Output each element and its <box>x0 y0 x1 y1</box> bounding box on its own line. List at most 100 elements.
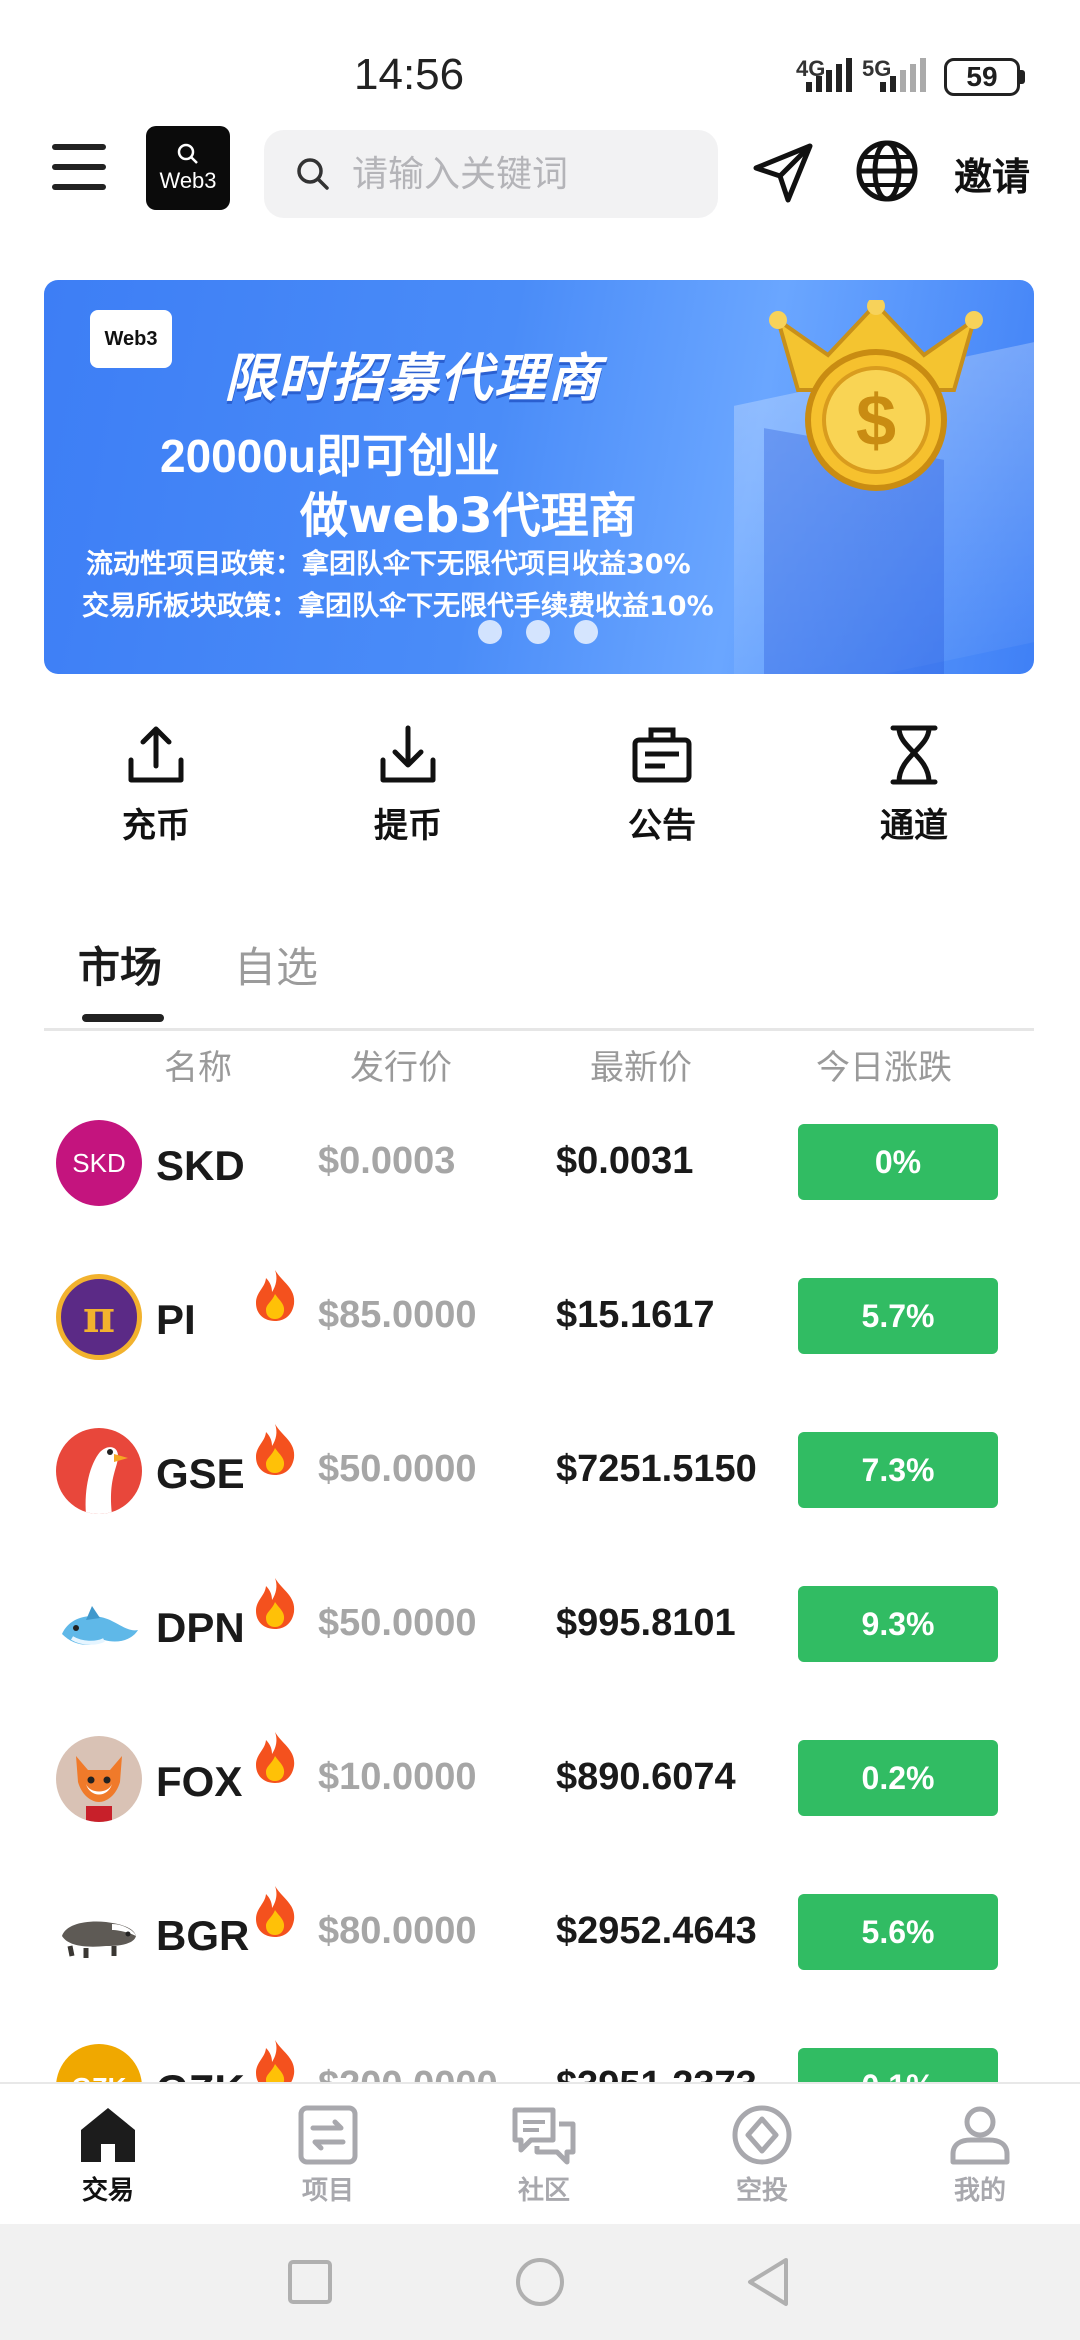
upload-icon <box>128 726 184 783</box>
table-row[interactable]: FOX $10.0000 $890.6074 0.2% <box>0 1700 1080 1854</box>
change-badge: 5.6% <box>798 1894 998 1970</box>
fox-icon <box>76 1756 122 1822</box>
banner-line-4: 交易所板块政策：拿团队伞下无限代手续费收益10% <box>82 591 714 622</box>
gzk-logo: GZK <box>56 2044 142 2082</box>
market-tabs: 市场 自选 <box>0 928 1080 1028</box>
logo-text: Web3 <box>159 168 217 193</box>
deposit-button[interactable]: 充币 <box>76 720 236 847</box>
fire-icon <box>256 1270 295 1321</box>
nav-airdrop[interactable]: 空投 <box>702 2104 822 2207</box>
table-row[interactable]: BGR $80.0000 $2952.4643 5.6% <box>0 1854 1080 2008</box>
coin-symbol: PI <box>156 1296 196 1343</box>
channel-label: 通道 <box>880 806 948 846</box>
skd-logo: SKD <box>56 1120 142 1206</box>
column-header-issue-price: 发行价 <box>350 1048 452 1088</box>
coin-list: SKD SKD $0.0003 $0.0031 0% π PI $85.0000… <box>0 1084 1080 2082</box>
dolphin-icon <box>62 1606 138 1645</box>
signal-icon-1 <box>806 58 852 92</box>
signal-icon-2 <box>880 58 926 92</box>
change-badge: 0.1% <box>798 2048 998 2082</box>
invite-button[interactable]: 邀请 <box>954 146 1030 201</box>
announcement-icon <box>632 727 692 783</box>
withdraw-label: 提币 <box>374 806 442 846</box>
bgr-badger-logo <box>56 1890 142 1976</box>
nav-label: 交易 <box>81 2176 134 2206</box>
change-badge: 7.3% <box>798 1432 998 1508</box>
profile-icon <box>950 2106 1010 2165</box>
issue-price: $50.0000 <box>318 1448 477 1490</box>
nav-projects[interactable]: 项目 <box>268 2104 388 2207</box>
nav-label: 社区 <box>517 2176 570 2206</box>
coin-symbol: GZK <box>156 2066 245 2082</box>
fire-icon <box>256 1424 295 1475</box>
system-nav-bar <box>0 2224 1080 2340</box>
deposit-label: 充币 <box>122 806 190 846</box>
coin-symbol: DPN <box>156 1604 245 1651</box>
withdraw-button[interactable]: 提币 <box>328 720 488 847</box>
banner-line-2: 做web3代理商 <box>300 488 637 544</box>
channel-button[interactable]: 通道 <box>834 720 994 847</box>
logo-label: π <box>82 1291 116 1343</box>
project-icon <box>298 2105 358 2165</box>
banner-title: 限时招募代理商 <box>224 349 603 409</box>
recent-apps-icon[interactable] <box>280 2252 340 2312</box>
airdrop-icon <box>732 2105 792 2165</box>
coin-symbol: SKD <box>156 1142 245 1189</box>
change-badge: 0.2% <box>798 1740 998 1816</box>
banner-line-3: 流动性项目政策：拿团队伞下无限代项目收益30% <box>86 549 691 580</box>
nav-profile[interactable]: 我的 <box>920 2104 1040 2207</box>
issue-price: $50.0000 <box>318 1602 477 1644</box>
latest-price: $15.1617 <box>556 1294 715 1336</box>
top-header: Web3 邀请 <box>0 120 1080 220</box>
search-input[interactable] <box>352 153 712 195</box>
search-box[interactable] <box>264 130 718 218</box>
app-logo[interactable]: Web3 <box>146 126 230 210</box>
issue-price: $80.0000 <box>318 1910 477 1952</box>
coin-symbol: GSE <box>156 1450 245 1497</box>
issue-price: $0.0003 <box>318 1140 456 1182</box>
home-icon <box>81 2108 135 2162</box>
home-circle-icon[interactable] <box>510 2252 570 2312</box>
fox-logo <box>56 1736 142 1822</box>
goose-icon <box>85 1447 128 1514</box>
svg-text:$: $ <box>856 381 896 461</box>
latest-price: $7251.5150 <box>556 1448 757 1490</box>
status-bar: 14:56 4G 5G 59 <box>0 0 1080 110</box>
logo-search-icon <box>177 143 198 164</box>
column-header-name: 名称 <box>164 1048 232 1088</box>
change-badge: 9.3% <box>798 1586 998 1662</box>
coin-symbol: BGR <box>156 1912 250 1959</box>
table-row[interactable]: GZK GZK $200.0000 $3951.2373 0.1% <box>0 2008 1080 2082</box>
fire-icon <box>256 1886 295 1937</box>
bottom-nav: 交易 项目 社区 空投 我的 <box>0 2082 1080 2224</box>
active-tab-indicator <box>82 1014 164 1022</box>
globe-icon[interactable] <box>852 136 922 206</box>
announcement-button[interactable]: 公告 <box>582 720 742 847</box>
tab-watchlist[interactable]: 自选 <box>234 934 318 995</box>
battery-indicator: 59 <box>944 58 1020 96</box>
table-row[interactable]: π PI $85.0000 $15.1617 5.7% <box>0 1238 1080 1392</box>
fire-icon <box>256 1732 295 1783</box>
table-row[interactable]: SKD SKD $0.0003 $0.0031 0% <box>0 1084 1080 1238</box>
latest-price: $2952.4643 <box>556 1910 757 1952</box>
pi-logo: π <box>56 1274 142 1360</box>
issue-price: $10.0000 <box>318 1756 477 1798</box>
logo-label: SKD <box>72 1147 126 1178</box>
table-row[interactable]: GSE $50.0000 $7251.5150 7.3% <box>0 1392 1080 1546</box>
back-icon[interactable] <box>738 2252 798 2312</box>
send-icon[interactable] <box>748 138 818 208</box>
fire-icon <box>256 1578 295 1629</box>
search-icon <box>297 158 329 190</box>
menu-icon[interactable] <box>52 144 106 190</box>
nav-trade[interactable]: 交易 <box>48 2104 168 2207</box>
table-row[interactable]: DPN $50.0000 $995.8101 9.3% <box>0 1546 1080 1700</box>
change-badge: 0% <box>798 1124 998 1200</box>
announcement-label: 公告 <box>628 806 696 846</box>
promo-banner[interactable]: Web3 限时招募代理商 20000u即可创业 做web3代理商 流动性项目政策… <box>44 280 1034 674</box>
carousel-dots[interactable] <box>478 620 598 644</box>
nav-community[interactable]: 社区 <box>484 2104 604 2207</box>
nav-label: 空投 <box>735 2176 788 2206</box>
coin-symbol: FOX <box>156 1758 243 1805</box>
tab-market[interactable]: 市场 <box>78 934 162 995</box>
divider <box>44 1028 1034 1031</box>
